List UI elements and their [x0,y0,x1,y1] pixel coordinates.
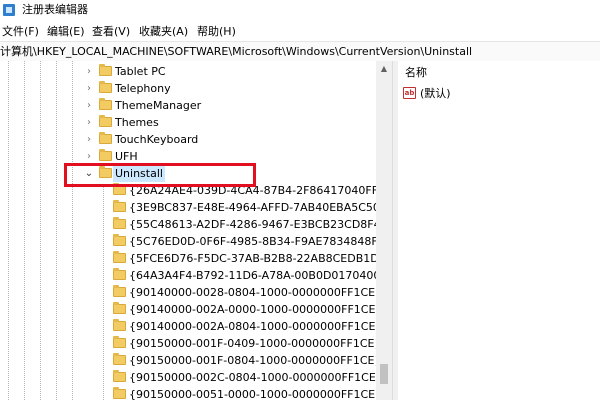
tree-item-label: Uninstall [113,165,165,182]
chevron-right-icon[interactable]: › [84,114,94,131]
tree-item-tablet-pc[interactable]: › Tablet PC [0,63,280,80]
tree-item-label: Themes [115,116,159,129]
tree-item-label: {90150000-0051-0000-1000-0000000FF1CE} [129,388,383,400]
tree-item-label: {64A3A4F4-B792-11D6-A78A-00B0D0170400} [129,269,388,282]
tree-item-label: {90150000-001F-0409-1000-0000000FF1CE} [129,337,382,350]
tree-item-label: {55C48613-A2DF-4286-9467-E3BCB23CD8F4} [129,218,388,231]
tree-child-item[interactable]: › {90140000-002A-0804-1000-0000000FF1CE} [0,318,382,335]
tree-child-item[interactable]: › {64A3A4F4-B792-11D6-A78A-00B0D0170400} [0,267,387,284]
folder-icon [99,149,112,161]
folder-icon [113,353,126,365]
folder-icon [113,200,126,212]
tree-child-item[interactable]: › {3E9BC837-E48E-4964-AFFD-7AB40EBA5C50} [0,199,387,216]
tree-item-label: {90140000-0028-0804-1000-0000000FF1CE} [129,286,383,299]
window-title: 注册表编辑器 [22,3,88,16]
tree-item-label: {5C76ED0D-0F6F-4985-8B34-F9AE7834848F} [129,235,385,248]
tree-child-item[interactable]: › {90150000-001F-0409-1000-0000000FF1CE} [0,335,381,352]
folder-icon [113,285,126,297]
address-path[interactable]: 计算机\HKEY_LOCAL_MACHINE\SOFTWARE\Microsof… [0,42,472,61]
scroll-thumb[interactable] [380,364,388,384]
tree-item-label: Tablet PC [115,65,166,78]
folder-icon [113,268,126,280]
value-name: (默认) [420,87,451,100]
tree-item-label: {90140000-002A-0804-1000-0000000FF1CE} [129,320,383,333]
menu-help[interactable]: 帮助(H) [197,25,236,39]
tree-item-label: {90150000-001F-0804-1000-0000000FF1CE} [129,354,382,367]
regedit-app-icon [3,4,15,16]
tree-item-label: {3E9BC837-E48E-4964-AFFD-7AB40EBA5C50} [129,201,387,214]
folder-icon [113,251,126,263]
tree-child-item[interactable]: › {90150000-002C-0804-1000-0000000FF1CE} [0,369,383,386]
tree-item-label: {90150000-002C-0804-1000-0000000FF1CE} [129,371,383,384]
chevron-right-icon[interactable]: › [84,131,94,148]
menu-file[interactable]: 文件(F) [2,25,39,39]
tree-child-item[interactable]: › {55C48613-A2DF-4286-9467-E3BCB23CD8F4} [0,216,388,233]
tree-child-item[interactable]: › {5C76ED0D-0F6F-4985-8B34-F9AE7834848F} [0,233,385,250]
menu-view[interactable]: 查看(V) [92,25,130,39]
title-bar: 注册表编辑器 [0,0,600,22]
folder-icon [99,132,112,144]
tree-item-label: {26A24AE4-039D-4CA4-87B4-2F86417040FF} [129,184,386,197]
chevron-down-icon[interactable]: ⌄ [84,165,94,182]
folder-icon [99,64,112,76]
folder-icon [113,387,126,399]
values-pane[interactable]: 名称 ab (默认) [398,61,600,400]
tree-item-themes[interactable]: › Themes [0,114,280,131]
folder-icon [113,336,126,348]
folder-icon [113,183,126,195]
tree-item-label: Telephony [115,82,171,95]
menu-bar: 文件(F) 编辑(E) 查看(V) 收藏夹(A) 帮助(H) [0,22,600,41]
chevron-right-icon[interactable]: › [84,148,94,165]
tree-child-item[interactable]: › {90140000-002A-0000-1000-0000000FF1CE} [0,301,382,318]
chevron-right-icon[interactable]: › [84,80,94,97]
scroll-up-arrow-icon[interactable]: ▲ [376,61,392,77]
chevron-right-icon[interactable]: › [84,97,94,114]
tree-child-item[interactable]: › {5FCE6D76-F5DC-37AB-B2B8-22AB8CEDB1D4} [0,250,392,267]
tree-item-label: ThemeManager [115,99,202,112]
address-bar[interactable]: 计算机\HKEY_LOCAL_MACHINE\SOFTWARE\Microsof… [0,41,600,62]
tree-item-label: {5FCE6D76-F5DC-37AB-B2B8-22AB8CEDB1D4} [129,252,392,265]
tree-scrollbar[interactable]: ▲ [376,61,392,400]
tree-item-thememanager[interactable]: › ThemeManager [0,97,280,114]
tree-item-telephony[interactable]: › Telephony [0,80,280,97]
ab-string-icon: ab [403,87,416,99]
tree-item-label: UFH [115,150,138,163]
folder-icon [99,98,112,110]
key-tree[interactable]: › Tablet PC › Telephony › ThemeManager ›… [0,61,392,400]
folder-icon [113,370,126,382]
tree-item-uninstall[interactable]: ⌄ Uninstall [0,165,280,182]
folder-icon [99,166,112,178]
folder-icon [113,234,126,246]
folder-icon [99,115,112,127]
tree-child-item[interactable]: › {26A24AE4-039D-4CA4-87B4-2F86417040FF} [0,182,385,199]
folder-icon [113,302,126,314]
folder-icon [99,81,112,93]
tree-item-ufh[interactable]: › UFH [0,148,280,165]
tree-child-item[interactable]: › {90140000-0028-0804-1000-0000000FF1CE} [0,284,382,301]
tree-item-label: {90140000-002A-0000-1000-0000000FF1CE} [129,303,383,316]
folder-icon [113,217,126,229]
column-header-name[interactable]: 名称 [405,66,427,80]
menu-edit[interactable]: 编辑(E) [47,25,85,39]
folder-icon [113,319,126,331]
menu-favorites[interactable]: 收藏夹(A) [139,25,188,39]
tree-child-item[interactable]: › {90150000-001F-0804-1000-0000000FF1CE} [0,352,381,369]
chevron-right-icon[interactable]: › [84,63,94,80]
tree-item-label: TouchKeyboard [115,133,199,146]
tree-child-item[interactable]: › {90150000-0051-0000-1000-0000000FF1CE} [0,386,382,400]
tree-item-touchkeyboard[interactable]: › TouchKeyboard [0,131,280,148]
